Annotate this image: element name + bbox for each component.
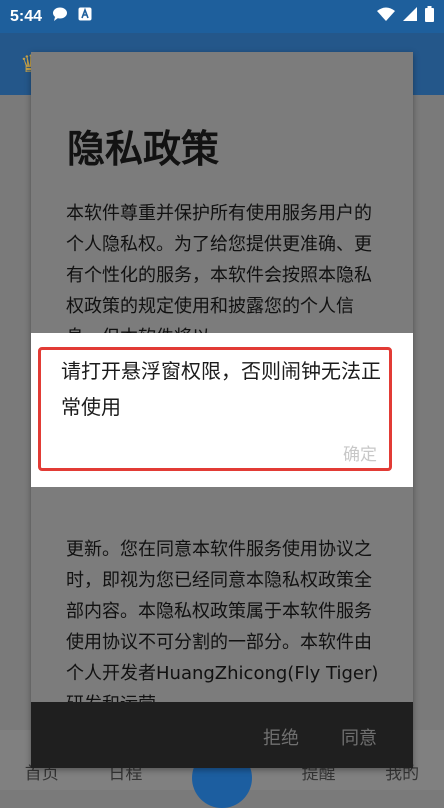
privacy-footer: 拒绝 同意 (31, 702, 413, 768)
privacy-body-top: 本软件尊重并保护所有使用服务用户的个人隐私权。为了给您提供更准确、更有个性化的服… (66, 203, 372, 348)
battery-icon (425, 6, 434, 27)
reject-button[interactable]: 拒绝 (263, 724, 299, 750)
alert-message: 请打开悬浮窗权限，否则闹钟无法正常使用 (61, 359, 381, 419)
wifi-icon (377, 7, 395, 26)
privacy-body-bottom: 更新。您在同意本软件服务使用协议之时，即视为您已经同意本隐私权政策全部内容。本隐… (66, 539, 379, 715)
chat-bubble-icon (52, 7, 68, 26)
signal-icon (403, 7, 417, 26)
agree-button[interactable]: 同意 (341, 724, 377, 750)
overlay-permission-alert: 请打开悬浮窗权限，否则闹钟无法正常使用 确定 (31, 333, 413, 487)
confirm-button[interactable]: 确定 (343, 440, 377, 465)
a-square-icon (78, 7, 92, 26)
status-bar: 5:44 (0, 0, 444, 33)
privacy-title: 隐私政策 (67, 129, 220, 171)
status-time: 5:44 (10, 7, 43, 25)
